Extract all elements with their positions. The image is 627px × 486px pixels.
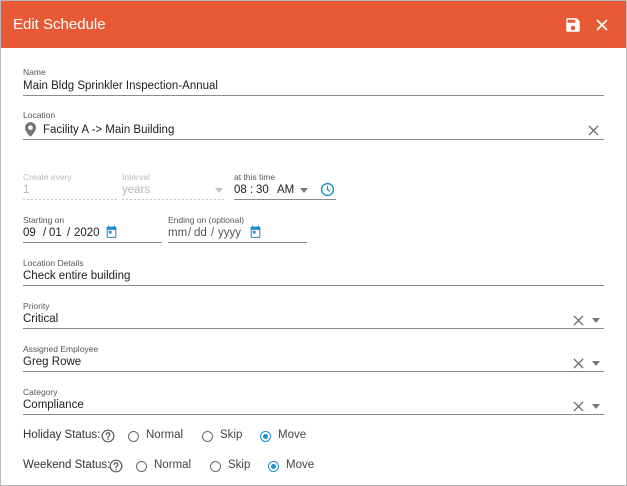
clear-location-icon[interactable] <box>588 125 599 136</box>
weekend-skip-radio[interactable] <box>210 461 221 472</box>
help-icon[interactable] <box>101 429 115 443</box>
location-details-input[interactable]: Check entire building <box>23 270 130 282</box>
clock-icon[interactable] <box>320 182 335 197</box>
clear-employee-icon[interactable] <box>573 358 584 369</box>
holiday-skip-radio[interactable] <box>202 431 213 442</box>
starting-label: Starting on <box>23 215 65 225</box>
time-minute[interactable]: 30 <box>256 184 269 196</box>
priority-label: Priority <box>23 301 50 311</box>
close-icon <box>596 19 608 31</box>
priority-underline <box>23 328 604 329</box>
create-every-underline <box>23 199 117 200</box>
holiday-move-radio[interactable] <box>260 431 271 442</box>
location-underline <box>23 139 604 140</box>
time-separator: : <box>250 184 254 196</box>
category-label: Category <box>23 387 58 397</box>
time-hour[interactable]: 08 <box>234 184 247 196</box>
weekend-normal-label[interactable]: Normal <box>154 459 191 471</box>
close-button[interactable] <box>593 16 611 34</box>
location-label: Location <box>23 110 56 120</box>
weekend-move-radio[interactable] <box>268 461 279 472</box>
clear-category-icon[interactable] <box>573 401 584 412</box>
name-input[interactable]: Main Bldg Sprinkler Inspection-Annual <box>23 80 218 92</box>
ending-label: Ending on (optional) <box>168 215 245 225</box>
interval-dropdown-arrow-icon[interactable] <box>215 188 223 193</box>
interval-select[interactable]: years <box>122 184 150 196</box>
assigned-employee-underline <box>23 371 604 372</box>
weekend-move-label[interactable]: Move <box>286 459 314 471</box>
starting-sep-2: / <box>67 227 71 239</box>
weekend-skip-label[interactable]: Skip <box>228 459 250 471</box>
help-icon[interactable] <box>109 459 123 473</box>
ending-month[interactable]: mm <box>168 227 187 239</box>
calendar-icon[interactable] <box>105 225 118 239</box>
ending-day[interactable]: dd <box>194 227 207 239</box>
priority-dropdown-arrow-icon[interactable] <box>592 318 600 323</box>
holiday-normal-radio[interactable] <box>128 431 139 442</box>
location-details-underline <box>23 285 604 286</box>
category-underline <box>23 414 604 415</box>
starting-day[interactable]: 01 <box>49 227 62 239</box>
create-every-input[interactable]: 1 <box>23 184 29 196</box>
starting-year[interactable]: 2020 <box>74 227 100 239</box>
ending-sep-1: / <box>188 227 192 239</box>
time-underline <box>234 199 336 200</box>
starting-sep-1: / <box>43 227 47 239</box>
starting-underline <box>23 242 162 243</box>
weekend-normal-radio[interactable] <box>136 461 147 472</box>
time-label: at this time <box>234 172 276 182</box>
holiday-status-label: Holiday Status: <box>23 429 101 441</box>
map-pin-icon <box>25 122 36 137</box>
priority-select[interactable]: Critical <box>23 313 58 325</box>
dialog-header: Edit Schedule <box>1 1 626 48</box>
time-ampm[interactable]: AM <box>277 184 294 196</box>
floppy-disk-icon <box>566 18 580 32</box>
category-select[interactable]: Compliance <box>23 399 84 411</box>
name-label: Name <box>23 67 46 77</box>
location-details-label: Location Details <box>23 258 84 268</box>
calendar-icon[interactable] <box>249 225 262 239</box>
ampm-dropdown-arrow-icon[interactable] <box>300 188 308 193</box>
location-input[interactable]: Facility A -> Main Building <box>43 124 174 136</box>
name-underline <box>23 95 604 96</box>
save-button[interactable] <box>564 16 582 34</box>
ending-year[interactable]: yyyy <box>218 227 241 239</box>
ending-underline <box>168 242 307 243</box>
interval-label: Interval <box>122 172 150 182</box>
assigned-employee-select[interactable]: Greg Rowe <box>23 356 81 368</box>
assigned-employee-label: Assigned Employee <box>23 344 99 354</box>
create-every-label: Create every <box>23 172 72 182</box>
employee-dropdown-arrow-icon[interactable] <box>592 361 600 366</box>
category-dropdown-arrow-icon[interactable] <box>592 404 600 409</box>
interval-underline <box>122 199 226 200</box>
weekend-status-label: Weekend Status: <box>23 459 111 471</box>
holiday-normal-label[interactable]: Normal <box>146 429 183 441</box>
edit-schedule-dialog: Edit Schedule Name Main Bldg Sprinkler I… <box>0 0 627 486</box>
holiday-skip-label[interactable]: Skip <box>220 429 242 441</box>
clear-priority-icon[interactable] <box>573 315 584 326</box>
starting-month[interactable]: 09 <box>23 227 36 239</box>
holiday-move-label[interactable]: Move <box>278 429 306 441</box>
dialog-title: Edit Schedule <box>13 16 106 33</box>
ending-sep-2: / <box>211 227 215 239</box>
